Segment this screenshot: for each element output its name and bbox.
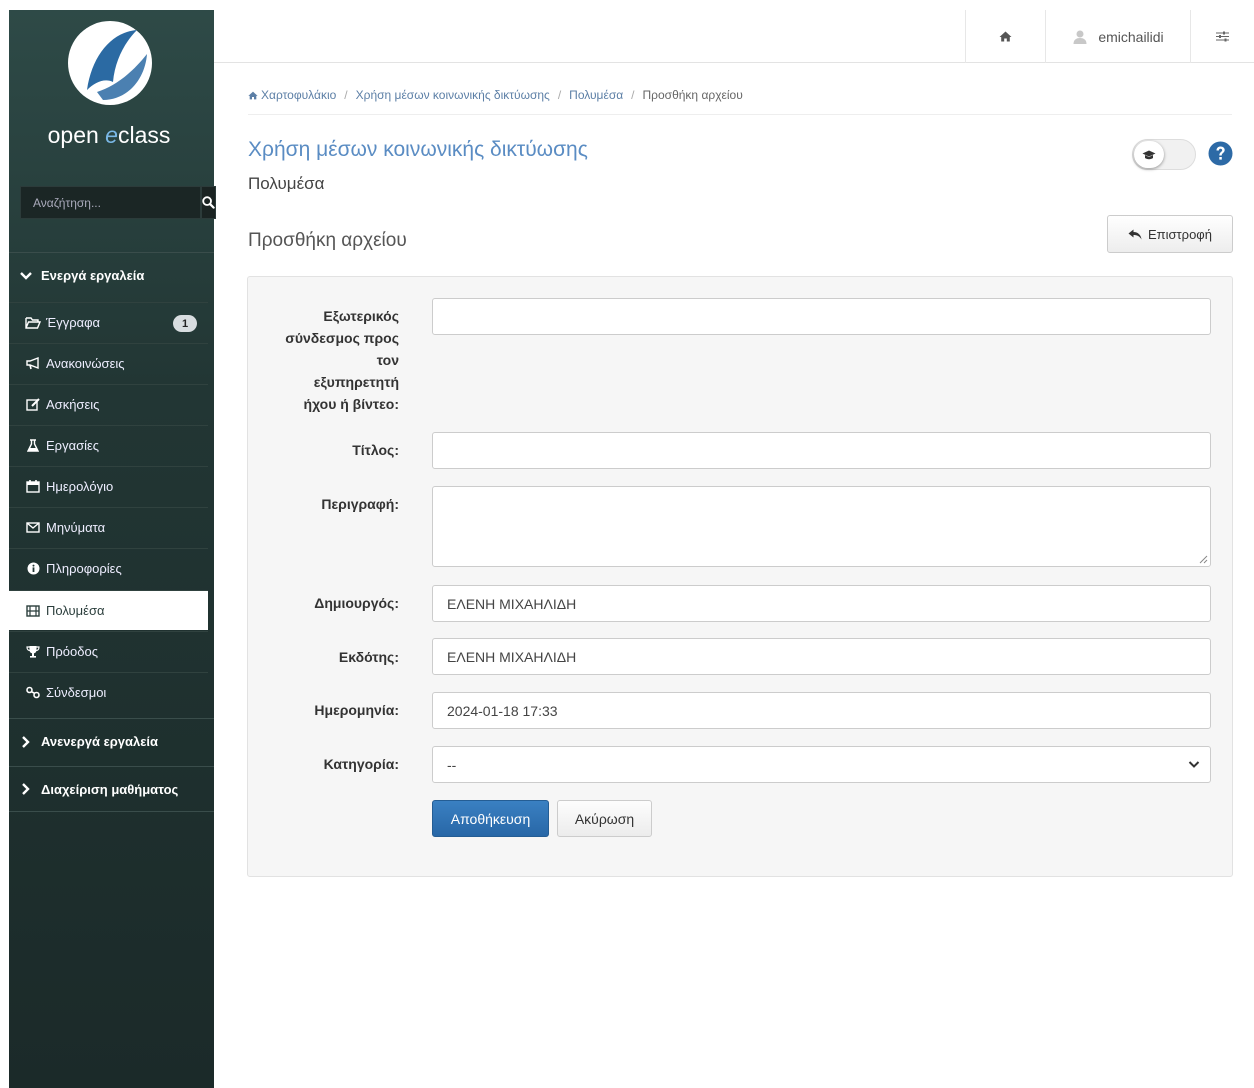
breadcrumb-home[interactable]: Χαρτοφυλάκιο — [248, 88, 336, 102]
home-icon — [999, 31, 1012, 42]
calendar-icon — [26, 480, 40, 493]
chevron-right-icon — [22, 735, 30, 748]
active-tools-toggle[interactable]: Ενεργά εργαλεία — [9, 252, 214, 298]
count-badge: 1 — [173, 315, 197, 332]
resize-handle-icon[interactable] — [1198, 554, 1208, 564]
link-icon — [26, 686, 40, 699]
sidebar-item-progress[interactable]: Πρόοδος — [9, 631, 208, 671]
breadcrumb-course[interactable]: Χρήση μέσων κοινωνικής δικτύωσης — [356, 88, 550, 102]
sidebar: open eclass Ενεργά εργαλεία Έγγραφα 1 Αν… — [9, 10, 216, 1088]
sidebar-item-messages[interactable]: Μηνύματα — [9, 507, 208, 547]
chevron-down-icon — [1188, 761, 1200, 768]
sidebar-item-announcements[interactable]: Ανακοινώσεις — [9, 343, 208, 383]
settings-button[interactable] — [1190, 10, 1254, 63]
course-admin-toggle[interactable]: Διαχείριση μαθήματος — [9, 766, 214, 812]
sidebar-item-calendar[interactable]: Ημερολόγιο — [9, 466, 208, 506]
envelope-icon — [26, 522, 40, 533]
sidebar-item-label: Ασκήσεις — [46, 397, 100, 412]
module-title: Πολυμέσα — [248, 174, 325, 193]
home-button[interactable] — [965, 10, 1045, 63]
edit-icon — [26, 398, 40, 411]
sidebar-item-documents[interactable]: Έγγραφα 1 — [9, 302, 208, 342]
date-input[interactable]: 2024-01-18 17:33 — [432, 692, 1211, 729]
sidebar-item-label: Ανακοινώσεις — [46, 356, 125, 371]
url-label: Εξωτερικός σύνδεσμος προς τον εξυπηρετητ… — [285, 308, 399, 412]
divider — [248, 114, 1232, 115]
back-button[interactable]: Επιστροφή — [1107, 215, 1233, 253]
sliders-icon — [1216, 31, 1229, 42]
sidebar-item-label: Σύνδεσμοι — [46, 685, 107, 700]
graduation-cap-icon — [1142, 150, 1156, 159]
date-label: Ημερομηνία: — [314, 702, 399, 718]
home-icon — [248, 91, 258, 99]
sidebar-item-multimedia[interactable]: Πολυμέσα — [9, 590, 208, 630]
course-admin-label: Διαχείριση μαθήματος — [41, 781, 179, 797]
sidebar-item-exercises[interactable]: Ασκήσεις — [9, 384, 208, 424]
film-icon — [26, 604, 40, 617]
inactive-tools-label: Ανενεργά εργαλεία — [41, 734, 159, 749]
search-button[interactable] — [201, 186, 216, 219]
user-icon — [1073, 30, 1087, 44]
logo-text: open eclass — [47, 122, 171, 148]
info-circle-icon — [27, 562, 39, 575]
title-label: Τίτλος: — [352, 442, 399, 458]
creator-label: Δημιουργός: — [314, 595, 399, 611]
username: emichailidi — [1098, 28, 1164, 45]
search-input[interactable] — [20, 186, 201, 219]
student-view-toggle[interactable] — [1132, 139, 1196, 170]
bullhorn-icon — [25, 357, 39, 370]
user-menu[interactable]: emichailidi — [1045, 10, 1190, 63]
folder-open-icon — [25, 316, 41, 329]
save-button[interactable]: Αποθήκευση — [432, 800, 549, 837]
inactive-tools-toggle[interactable]: Ανενεργά εργαλεία — [9, 718, 214, 764]
category-select[interactable]: -- — [432, 746, 1211, 783]
creator-input[interactable]: ΕΛΕΝΗ ΜΙΧΑΗΛΙΔΗ — [432, 585, 1211, 622]
sidebar-item-label: Πολυμέσα — [46, 603, 105, 618]
flask-icon — [27, 439, 39, 452]
sidebar-item-label: Πρόοδος — [46, 644, 98, 659]
sidebar-item-label: Πληροφορίες — [46, 561, 122, 576]
sidebar-item-label: Εργασίες — [46, 438, 100, 453]
course-title[interactable]: Χρήση μέσων κοινωνικής δικτύωσης — [248, 138, 588, 162]
breadcrumb: Χαρτοφυλάκιο / Χρήση μέσων κοινωνικής δι… — [248, 88, 743, 102]
trophy-icon — [26, 646, 40, 658]
chevron-right-icon — [22, 783, 30, 795]
sidebar-item-assignments[interactable]: Εργασίες — [9, 425, 208, 465]
category-label: Κατηγορία: — [323, 756, 399, 772]
sidebar-item-label: Μηνύματα — [46, 520, 106, 535]
publisher-input[interactable]: ΕΛΕΝΗ ΜΙΧΑΗΛΙΔΗ — [432, 638, 1211, 675]
sidebar-item-label: Ημερολόγιο — [46, 479, 114, 494]
top-bar: emichailidi — [214, 10, 1254, 63]
cancel-button[interactable]: Ακύρωση — [557, 800, 652, 837]
breadcrumb-current: Προσθήκη αρχείου — [642, 88, 743, 102]
eclass-logo-icon — [68, 21, 152, 105]
publisher-label: Εκδότης: — [338, 649, 399, 665]
logo[interactable]: open eclass — [9, 10, 214, 170]
sidebar-item-label: Έγγραφα — [46, 315, 101, 330]
page-heading: Προσθήκη αρχείου — [248, 230, 407, 251]
search-icon — [202, 196, 215, 209]
sidebar-item-links[interactable]: Σύνδεσμοι — [9, 672, 208, 712]
url-input[interactable] — [432, 298, 1211, 335]
sidebar-item-info[interactable]: Πληροφορίες — [9, 548, 208, 588]
help-icon[interactable] — [1208, 141, 1233, 166]
description-label: Περιγραφή: — [321, 496, 399, 512]
description-textarea[interactable] — [432, 486, 1211, 567]
active-tools-label: Ενεργά εργαλεία — [41, 268, 145, 283]
chevron-down-icon — [20, 271, 32, 280]
reply-icon — [1128, 229, 1142, 239]
breadcrumb-module[interactable]: Πολυμέσα — [569, 88, 623, 102]
title-input[interactable] — [432, 432, 1211, 469]
search-box — [20, 186, 216, 219]
